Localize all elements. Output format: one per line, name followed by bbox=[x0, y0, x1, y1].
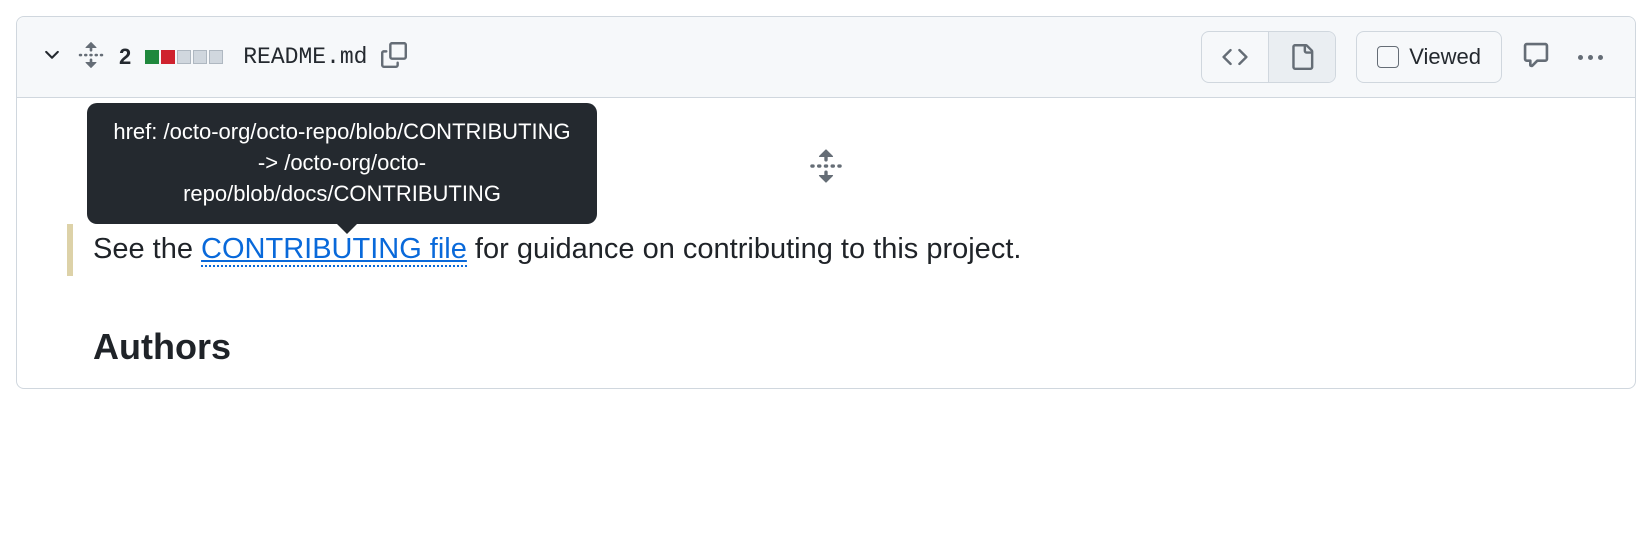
copy-path-button[interactable] bbox=[381, 42, 407, 73]
text-prefix: See the bbox=[93, 233, 201, 265]
contributing-link[interactable]: CONTRIBUTING file bbox=[201, 233, 467, 267]
kebab-dot bbox=[1588, 55, 1593, 60]
diff-block-neutral bbox=[177, 50, 191, 64]
diff-stat-blocks bbox=[145, 50, 223, 64]
copy-icon bbox=[381, 42, 407, 68]
header-left-group: 2 README.md bbox=[41, 41, 407, 74]
collapse-toggle[interactable] bbox=[41, 44, 63, 71]
expand-all-button[interactable] bbox=[77, 41, 105, 74]
viewed-toggle[interactable]: Viewed bbox=[1356, 31, 1502, 83]
source-view-button[interactable] bbox=[1202, 32, 1269, 82]
file-body: href: /octo-org/octo-repo/blob/CONTRIBUT… bbox=[17, 98, 1635, 388]
change-count: 2 bbox=[119, 44, 131, 70]
code-icon bbox=[1222, 44, 1248, 70]
href-diff-tooltip: href: /octo-org/octo-repo/blob/CONTRIBUT… bbox=[87, 103, 597, 223]
diff-block-deleted bbox=[161, 50, 175, 64]
chevron-down-icon bbox=[41, 44, 63, 66]
kebab-dot bbox=[1578, 55, 1583, 60]
rendered-line-text: See the CONTRIBUTING file for guidance o… bbox=[93, 224, 1021, 276]
text-suffix: for guidance on contributing to this pro… bbox=[467, 233, 1022, 265]
viewed-label: Viewed bbox=[1409, 44, 1481, 70]
diff-block-neutral bbox=[193, 50, 207, 64]
file-header: 2 README.md bbox=[17, 17, 1635, 98]
changed-line-row: href: /octo-org/octo-repo/blob/CONTRIBUT… bbox=[17, 224, 1635, 276]
display-mode-toggle bbox=[1201, 31, 1336, 83]
diff-block-neutral bbox=[209, 50, 223, 64]
file-diff-container: 2 README.md bbox=[16, 16, 1636, 389]
unfold-icon bbox=[808, 148, 844, 184]
authors-heading: Authors bbox=[93, 326, 1635, 368]
unfold-icon bbox=[77, 41, 105, 69]
header-right-group: Viewed bbox=[1201, 31, 1611, 83]
change-marker bbox=[67, 224, 73, 276]
heading-row: Authors bbox=[17, 276, 1635, 388]
comment-icon bbox=[1522, 41, 1550, 69]
file-icon bbox=[1289, 44, 1315, 70]
comment-button[interactable] bbox=[1522, 41, 1550, 74]
viewed-checkbox[interactable] bbox=[1377, 46, 1399, 68]
kebab-dot bbox=[1598, 55, 1603, 60]
diff-block-added bbox=[145, 50, 159, 64]
more-options-button[interactable] bbox=[1570, 47, 1611, 68]
rendered-view-button[interactable] bbox=[1269, 32, 1335, 82]
filename-label[interactable]: README.md bbox=[243, 44, 367, 70]
